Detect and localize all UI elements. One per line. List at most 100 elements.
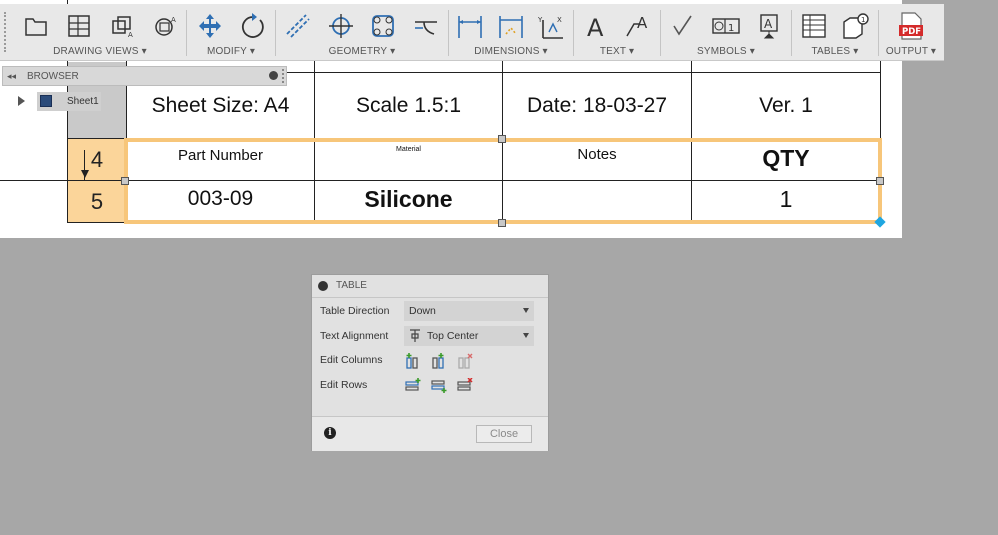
row-number-5[interactable]: 5 bbox=[68, 181, 126, 223]
panel-grip[interactable] bbox=[282, 69, 286, 83]
dialog-title: TABLE bbox=[336, 280, 367, 291]
rotate-icon[interactable] bbox=[237, 10, 269, 42]
surface-texture-icon[interactable] bbox=[667, 10, 699, 42]
rows-label: Edit Rows bbox=[320, 379, 368, 391]
group-symbols: 1 A SYMBOLS ▾ bbox=[662, 4, 790, 60]
dialog-title-bar[interactable]: TABLE bbox=[312, 275, 548, 297]
balloon-icon[interactable]: 1 bbox=[840, 10, 872, 42]
collapse-panel-icon[interactable]: ◂◂ bbox=[7, 71, 16, 82]
table-direction-select[interactable]: Down bbox=[404, 301, 534, 321]
top-center-align-icon bbox=[410, 329, 420, 342]
separator bbox=[275, 10, 276, 56]
browser-tree: Sheet1 bbox=[2, 92, 102, 112]
sheet-label: Sheet1 bbox=[67, 96, 99, 107]
group-label[interactable]: DIMENSIONS ▾ bbox=[450, 46, 572, 57]
text-icon[interactable]: A bbox=[580, 10, 612, 42]
svg-text:A: A bbox=[637, 14, 648, 32]
group-dimensions: YX DIMENSIONS ▾ bbox=[450, 4, 572, 60]
group-modify: MODIFY ▾ bbox=[188, 4, 274, 60]
section-view-icon[interactable]: A bbox=[106, 10, 138, 42]
svg-text:Y: Y bbox=[537, 16, 543, 24]
insert-column-left-icon[interactable] bbox=[404, 352, 422, 370]
insert-row-below-icon[interactable] bbox=[430, 377, 448, 395]
arrow-down-icon bbox=[81, 170, 89, 178]
collapse-dialog-icon[interactable] bbox=[318, 281, 328, 291]
feature-control-frame-icon[interactable]: 1 bbox=[710, 10, 742, 42]
group-output: PDF OUTPUT ▾ bbox=[880, 4, 942, 60]
group-text: A A TEXT ▾ bbox=[575, 4, 659, 60]
projected-view-icon[interactable] bbox=[63, 10, 95, 42]
selection-outline bbox=[124, 138, 882, 224]
browser-panel-header[interactable]: ◂◂ BROWSER bbox=[2, 66, 287, 86]
svg-text:A: A bbox=[764, 17, 773, 31]
separator bbox=[573, 10, 574, 56]
row-number-4[interactable]: 4 bbox=[68, 139, 126, 180]
separator bbox=[186, 10, 187, 56]
ordinate-dimension-icon[interactable] bbox=[495, 10, 527, 42]
divider bbox=[312, 297, 548, 298]
pdf-export-icon[interactable]: PDF bbox=[895, 10, 927, 42]
delete-column-icon[interactable] bbox=[456, 352, 474, 370]
insert-row-above-icon[interactable] bbox=[404, 377, 422, 395]
resize-handle[interactable] bbox=[876, 177, 884, 185]
text-alignment-value: Top Center bbox=[427, 330, 479, 342]
detail-view-icon[interactable]: A bbox=[149, 10, 181, 42]
separator bbox=[878, 10, 879, 56]
group-label[interactable]: GEOMETRY ▾ bbox=[277, 46, 447, 57]
columns-label: Edit Columns bbox=[320, 354, 383, 366]
resize-handle[interactable] bbox=[498, 219, 506, 227]
table-icon[interactable] bbox=[798, 10, 830, 42]
svg-text:1: 1 bbox=[861, 16, 865, 24]
separator bbox=[448, 10, 449, 56]
svg-text:X: X bbox=[557, 16, 562, 24]
close-button[interactable]: Close bbox=[476, 425, 532, 443]
chevron-down-icon bbox=[523, 308, 529, 313]
cell-sheet-size[interactable]: Sheet Size: A4 bbox=[127, 94, 314, 118]
group-drawing-views: A A DRAWING VIEWS ▾ bbox=[14, 4, 186, 60]
alignment-label: Text Alignment bbox=[320, 330, 389, 342]
group-label[interactable]: DRAWING VIEWS ▾ bbox=[14, 46, 186, 57]
cell-version[interactable]: Ver. 1 bbox=[692, 94, 880, 118]
center-mark-icon[interactable] bbox=[325, 10, 357, 42]
direction-label: Table Direction bbox=[320, 305, 390, 317]
resize-handle[interactable] bbox=[498, 135, 506, 143]
chevron-down-icon bbox=[523, 333, 529, 338]
centerline-icon[interactable] bbox=[282, 10, 314, 42]
base-view-icon[interactable] bbox=[20, 10, 52, 42]
group-label[interactable]: TEXT ▾ bbox=[575, 46, 659, 57]
delete-row-icon[interactable] bbox=[456, 377, 474, 395]
edge-extension-icon[interactable] bbox=[410, 10, 442, 42]
datum-identifier-icon[interactable]: A bbox=[753, 10, 785, 42]
svg-text:A: A bbox=[128, 31, 133, 39]
browser-title: BROWSER bbox=[27, 71, 79, 82]
group-label[interactable]: TABLES ▾ bbox=[793, 46, 877, 57]
linear-dimension-icon[interactable] bbox=[454, 10, 486, 42]
text-alignment-select[interactable]: Top Center bbox=[404, 326, 534, 346]
sheet-tree-item[interactable]: Sheet1 bbox=[37, 92, 101, 111]
toolbar: A A DRAWING VIEWS ▾ MODIFY ▾ GEOMETRY ▾ … bbox=[0, 4, 944, 61]
group-geometry: GEOMETRY ▾ bbox=[277, 4, 447, 60]
cell-scale[interactable]: Scale 1.5:1 bbox=[315, 94, 502, 118]
move-icon[interactable] bbox=[194, 10, 226, 42]
group-label[interactable]: MODIFY ▾ bbox=[188, 46, 274, 57]
insert-column-right-icon[interactable] bbox=[430, 352, 448, 370]
dialog-footer: i Close bbox=[312, 416, 548, 451]
center-pattern-icon[interactable] bbox=[367, 10, 399, 42]
edit-columns-buttons bbox=[404, 350, 482, 372]
leader-text-icon[interactable]: A bbox=[622, 10, 654, 42]
expand-triangle-icon[interactable] bbox=[18, 96, 25, 106]
info-icon[interactable]: i bbox=[324, 427, 336, 439]
sheet-icon bbox=[40, 95, 52, 107]
separator bbox=[791, 10, 792, 56]
resize-handle[interactable] bbox=[121, 177, 129, 185]
separator bbox=[660, 10, 661, 56]
group-label[interactable]: OUTPUT ▾ bbox=[880, 46, 942, 57]
panel-options-icon[interactable] bbox=[269, 71, 278, 80]
group-tables: 1 TABLES ▾ bbox=[793, 4, 877, 60]
toolbar-grip[interactable] bbox=[4, 12, 14, 52]
group-label[interactable]: SYMBOLS ▾ bbox=[662, 46, 790, 57]
baseline-dimension-icon[interactable]: YX bbox=[536, 10, 568, 42]
pdf-label: PDF bbox=[902, 27, 921, 37]
svg-text:1: 1 bbox=[728, 23, 734, 34]
cell-date[interactable]: Date: 18-03-27 bbox=[503, 94, 691, 118]
